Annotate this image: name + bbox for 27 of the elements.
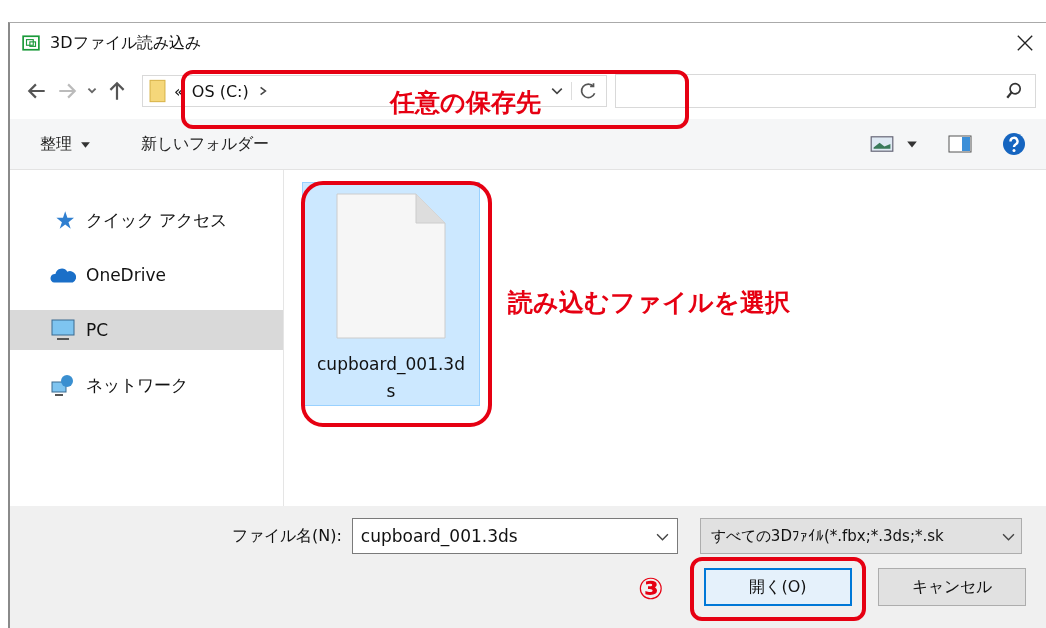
close-icon[interactable] — [1016, 34, 1034, 52]
sidebar-item[interactable]: OneDrive — [10, 255, 283, 295]
preview-pane-icon[interactable] — [948, 132, 972, 156]
file-name-label: ファイル名(N): — [232, 525, 342, 547]
file-item[interactable]: cupboard_001.3ds — [302, 182, 480, 406]
file-type-dropdown[interactable]: すべての3Dﾌｧｲﾙ(*.fbx;*.3ds;*.sk — [699, 518, 1022, 554]
document-icon — [336, 193, 446, 339]
sidebar-item[interactable]: PC — [10, 310, 283, 350]
organize-menu[interactable]: 整理 — [30, 129, 101, 159]
file-name-field[interactable]: cupboard_001.3ds — [351, 518, 678, 554]
open-button[interactable]: 開く(O) — [704, 568, 852, 606]
network-icon — [50, 374, 76, 396]
sidebar-item[interactable]: ネットワーク — [10, 365, 283, 405]
app-icon — [22, 34, 40, 52]
search-icon — [1005, 82, 1023, 100]
help-icon[interactable] — [1002, 132, 1026, 156]
annotation-label: 読み込むファイルを選択 — [508, 287, 790, 319]
annotation-label: ③ — [638, 571, 664, 606]
monitor-icon — [50, 319, 76, 341]
sidebar-item[interactable]: クイック アクセス — [10, 200, 283, 240]
folder-icon — [149, 79, 166, 103]
new-folder-button[interactable]: 新しいフォルダー — [131, 129, 279, 159]
search-field[interactable] — [615, 74, 1036, 108]
cancel-button[interactable]: キャンセル — [878, 568, 1026, 606]
dropdown-caret-icon[interactable] — [551, 85, 563, 97]
window-title: 3Dファイル読み込み — [50, 32, 201, 54]
breadcrumb[interactable]: OS (C:) — [191, 81, 249, 101]
